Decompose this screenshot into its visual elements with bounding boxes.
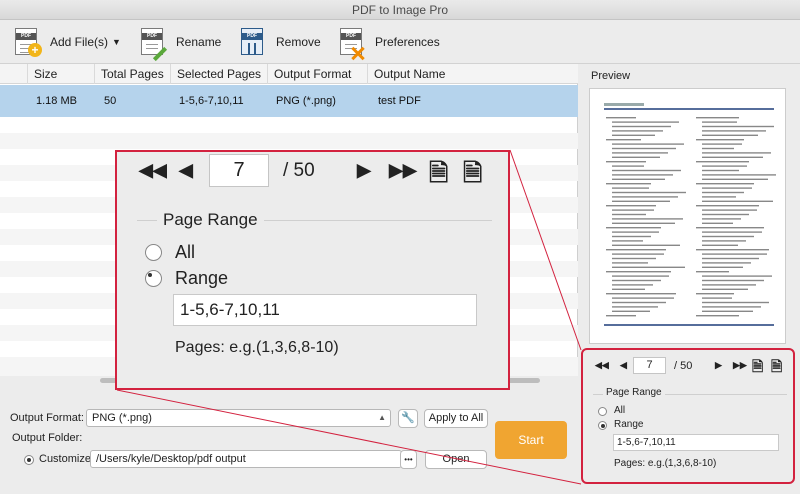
page-setting-icon[interactable]: 🗎	[771, 356, 782, 380]
range-label: Range	[614, 419, 644, 430]
pages-hint: Pages: e.g.(1,3,6,8-10)	[614, 458, 717, 469]
zoomed-page-range-panel: ◀◀ ◀ 7 / 50 ▶ ▶▶ 🗎 🗎 Page Range All Rang…	[115, 150, 510, 390]
last-page-icon[interactable]: ▶▶	[733, 360, 747, 371]
prev-page-icon[interactable]: ◀	[620, 360, 627, 371]
range-input[interactable]: 1-5,6-7,10,11	[173, 294, 477, 326]
first-page-icon[interactable]: ◀◀	[139, 160, 167, 181]
range-radio[interactable]	[145, 270, 162, 287]
page-number-input[interactable]: 7	[209, 154, 269, 187]
first-page-icon[interactable]: ◀◀	[595, 360, 609, 371]
page-range-panel: ◀◀ ◀ 7 / 50 ▶ ▶▶ 🗎 🗎 Page Range All Rang…	[581, 348, 795, 484]
range-label: Range	[175, 268, 229, 288]
page-range-title: Page Range	[157, 210, 264, 230]
single-page-view-icon[interactable]: 🗎	[429, 156, 448, 197]
page-range-title: Page Range	[603, 387, 665, 398]
all-radio[interactable]	[145, 244, 162, 261]
next-page-icon[interactable]: ▶	[715, 360, 722, 371]
all-label: All	[175, 242, 196, 262]
total-pages-label: / 50	[674, 360, 693, 372]
range-radio[interactable]	[598, 421, 607, 430]
prev-page-icon[interactable]: ◀	[179, 160, 193, 181]
all-label: All	[614, 405, 626, 416]
single-page-view-icon[interactable]: 🗎	[752, 356, 763, 380]
range-input[interactable]: 1-5,6-7,10,11	[613, 434, 779, 451]
pages-hint: Pages: e.g.(1,3,6,8-10)	[175, 339, 339, 356]
all-radio[interactable]	[598, 407, 607, 416]
page-setting-icon[interactable]: 🗎	[463, 156, 482, 197]
last-page-icon[interactable]: ▶▶	[389, 160, 417, 181]
page-number-input[interactable]: 7	[633, 357, 666, 374]
next-page-icon[interactable]: ▶	[357, 160, 371, 181]
total-pages-label: / 50	[283, 160, 315, 181]
